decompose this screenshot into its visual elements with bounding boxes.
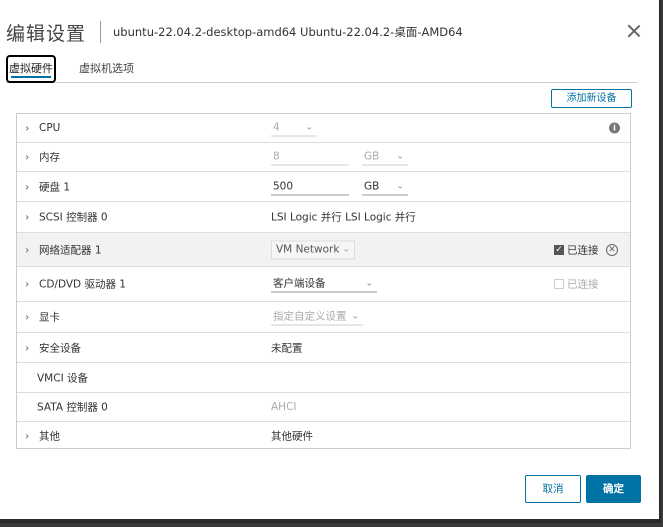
chevron-down-icon: ⌄ <box>351 311 359 322</box>
chevron-right-icon[interactable]: › <box>25 243 29 256</box>
video-label: 显卡 <box>39 311 60 324</box>
hardware-row-network: › 网络适配器 1 VM Network ⌄ ✓ 已连接 ✕ <box>17 233 630 267</box>
close-icon[interactable] <box>627 24 641 38</box>
cpu-count-value: 4 <box>273 121 280 134</box>
hardware-row-security: › 安全设备 未配置 <box>17 333 630 363</box>
hardware-row-disk: › 硬盘 1 500 GB ⌄ <box>17 172 630 202</box>
memory-input[interactable]: 8 <box>271 149 349 166</box>
chevron-right-icon[interactable]: › <box>25 180 29 193</box>
cpu-label: CPU <box>39 122 61 134</box>
cancel-button[interactable]: 取消 <box>525 475 581 503</box>
cddvd-connected-checkbox[interactable] <box>554 279 564 289</box>
hardware-row-sata: SATA 控制器 0 AHCI <box>17 393 630 422</box>
scsi-type-repeat: LSI Logic 并行 <box>345 211 416 224</box>
cddvd-value: 客户端设备 <box>273 277 326 290</box>
tab-virtual-hardware[interactable]: 虚拟硬件 <box>6 55 56 83</box>
cddvd-select[interactable]: 客户端设备 ⌄ <box>271 276 377 293</box>
chevron-down-icon: ⌄ <box>365 278 373 289</box>
network-select[interactable]: VM Network ⌄ <box>271 240 355 259</box>
cddvd-label: CD/DVD 驱动器 1 <box>39 278 126 291</box>
disk-unit-select[interactable]: GB ⌄ <box>362 178 408 195</box>
vm-name: ubuntu-22.04.2-desktop-amd64 Ubuntu-22.0… <box>113 25 463 39</box>
chevron-right-icon[interactable]: › <box>25 341 29 354</box>
tab-vm-options[interactable]: 虚拟机选项 <box>79 55 134 82</box>
chevron-right-icon[interactable]: › <box>25 429 29 442</box>
disk-label: 硬盘 1 <box>39 181 71 193</box>
hardware-list: › CPU 4 ⌄ i › 内存 8 GB ⌄ › 硬盘 1 500 GB ⌄ … <box>16 113 631 449</box>
sata-label: SATA 控制器 0 <box>37 401 108 414</box>
tab-bar: 虚拟硬件 虚拟机选项 <box>6 55 637 83</box>
other-value: 其他硬件 <box>271 430 313 442</box>
hardware-row-cpu: › CPU 4 ⌄ i <box>17 114 630 143</box>
dialog-header: 编辑设置 ubuntu-22.04.2-desktop-amd64 Ubuntu… <box>6 18 463 46</box>
chevron-down-icon: ⌄ <box>342 244 350 254</box>
hardware-row-other: › 其他 其他硬件 <box>17 422 630 449</box>
chevron-down-icon: ⌄ <box>305 122 313 133</box>
hardware-row-vmci: VMCI 设备 <box>17 363 630 393</box>
scsi-type: LSI Logic 并行 <box>271 211 342 224</box>
security-label: 安全设备 <box>39 342 81 354</box>
chevron-right-icon[interactable]: › <box>25 122 29 135</box>
memory-label: 内存 <box>39 151 60 164</box>
disk-unit: GB <box>364 180 380 192</box>
hardware-row-scsi: › SCSI 控制器 0 LSI Logic 并行 LSI Logic 并行 <box>17 202 630 233</box>
hardware-row-memory: › 内存 8 GB ⌄ <box>17 143 630 172</box>
video-value: 指定自定义设置 <box>273 310 347 323</box>
memory-unit-select[interactable]: GB ⌄ <box>362 149 408 166</box>
cpu-count-select[interactable]: 4 ⌄ <box>271 120 317 137</box>
disk-size-value: 500 <box>273 180 294 192</box>
chevron-right-icon[interactable]: › <box>25 278 29 291</box>
network-label: 网络适配器 1 <box>39 244 102 256</box>
memory-unit: GB <box>364 150 380 163</box>
chevron-down-icon: ⌄ <box>396 151 404 162</box>
network-value: VM Network <box>276 243 340 255</box>
security-value: 未配置 <box>271 342 303 354</box>
chevron-right-icon[interactable]: › <box>25 311 29 324</box>
dialog-title: 编辑设置 <box>6 22 87 45</box>
disk-size-input[interactable]: 500 <box>271 178 349 195</box>
hardware-row-video: › 显卡 指定自定义设置 ⌄ <box>17 302 630 333</box>
chevron-right-icon[interactable]: › <box>25 211 29 224</box>
edit-settings-dialog: 编辑设置 ubuntu-22.04.2-desktop-amd64 Ubuntu… <box>0 0 661 523</box>
scsi-value: LSI Logic 并行 LSI Logic 并行 <box>271 210 416 225</box>
sata-value: AHCI <box>271 401 297 413</box>
video-select[interactable]: 指定自定义设置 ⌄ <box>271 309 363 326</box>
info-icon[interactable]: i <box>609 122 620 134</box>
title-divider <box>100 21 102 43</box>
remove-device-icon[interactable]: ✕ <box>606 243 618 256</box>
vmci-label: VMCI 设备 <box>37 372 89 384</box>
other-label: 其他 <box>39 430 60 442</box>
network-connected-checkbox[interactable]: ✓ <box>554 244 564 255</box>
ok-button[interactable]: 确定 <box>586 475 641 503</box>
network-connected-label: 已连接 <box>567 244 599 256</box>
chevron-right-icon[interactable]: › <box>25 151 29 164</box>
cddvd-connected-label: 已连接 <box>567 278 599 291</box>
hardware-row-cddvd: › CD/DVD 驱动器 1 客户端设备 ⌄ 已连接 <box>17 267 630 302</box>
scsi-label: SCSI 控制器 0 <box>39 211 108 224</box>
chevron-down-icon: ⌄ <box>396 181 404 191</box>
memory-value: 8 <box>273 150 280 163</box>
add-new-device-button[interactable]: 添加新设备 <box>551 89 632 108</box>
